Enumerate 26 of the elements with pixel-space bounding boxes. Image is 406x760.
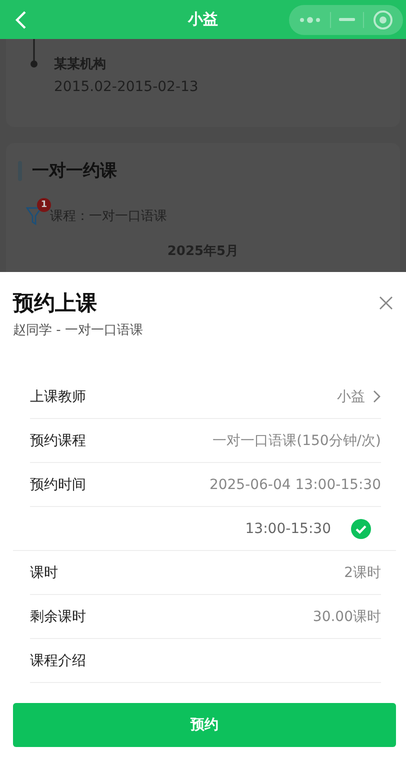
sheet-title: 预约上课: [13, 290, 98, 316]
back-icon[interactable]: [14, 10, 28, 30]
field-label: 预约课程: [30, 432, 86, 450]
field-label: 预约时间: [30, 476, 86, 494]
timeline-drawing: [30, 39, 38, 69]
field-value[interactable]: 小益: [337, 388, 365, 406]
field-label: 课程介绍: [30, 652, 86, 670]
minimize-icon[interactable]: [338, 18, 355, 22]
more-icon[interactable]: [299, 16, 322, 24]
field-label: 上课教师: [30, 388, 86, 406]
field-value: 一对一口语课(150分钟/次): [212, 432, 381, 450]
filter-icon[interactable]: [26, 206, 42, 226]
field-value: 30.00课时: [312, 608, 381, 626]
sheet-subtitle: 赵同学 - 一对一口语课: [13, 322, 143, 339]
field-label: 剩余课时: [30, 608, 86, 626]
page-title: 小益: [186, 10, 219, 29]
section-title: 一对一约课: [32, 160, 117, 182]
field-label: 课时: [30, 564, 58, 582]
slot-time: 13:00-15:30: [245, 520, 331, 536]
close-icon[interactable]: [379, 296, 393, 310]
chevron-right-icon[interactable]: [373, 390, 381, 403]
book-button[interactable]: 预约: [13, 703, 396, 747]
time-slot[interactable]: 13:00-15:30: [13, 507, 396, 551]
field-value: 2025-06-04 13:00-15:30: [209, 476, 381, 492]
field-value: 2课时: [344, 564, 381, 582]
count-badge: 1: [37, 198, 51, 212]
